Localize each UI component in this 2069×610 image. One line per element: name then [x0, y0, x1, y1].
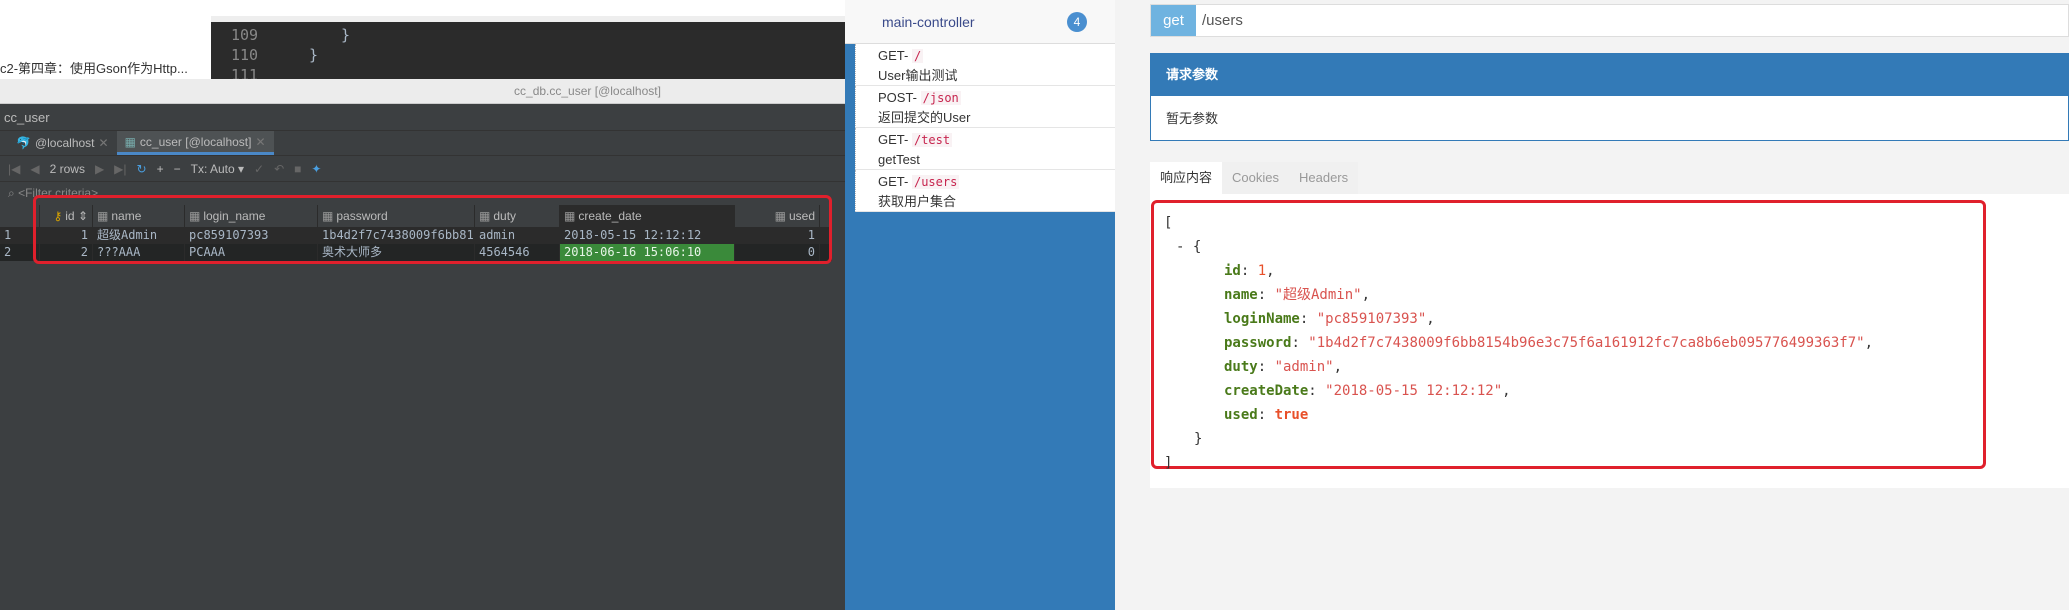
last-page-icon[interactable]: ▶| — [114, 162, 126, 176]
response-panel: 响应内容 Cookies Headers [ - { id: 1, name: … — [1150, 162, 2069, 488]
tab-response[interactable]: 响应内容 — [1150, 162, 1223, 194]
api-item[interactable]: GET- /test getTest — [855, 128, 1115, 170]
api-item[interactable]: GET- / User输出测试 — [855, 44, 1115, 86]
tab-headers[interactable]: Headers — [1288, 162, 1359, 194]
count-badge: 4 — [1067, 12, 1087, 32]
highlight-box — [33, 195, 832, 264]
article-link[interactable]: c2-第四章：使用Gson作为Http... — [0, 58, 188, 77]
add-row-icon[interactable]: + — [157, 162, 164, 176]
first-page-icon[interactable]: |◀ — [8, 162, 20, 176]
request-bar: get /users — [1150, 4, 2069, 37]
line-number: 110 — [231, 46, 259, 64]
api-item-selected[interactable]: GET- /users 获取用户集合 — [855, 170, 1115, 212]
tx-mode-dropdown[interactable]: Tx: Auto ▾ — [191, 162, 244, 176]
browser-window: c2-第四章：使用Gson作为Http... — [0, 0, 211, 80]
table-icon: ▦ — [124, 134, 136, 149]
tab-cc-user[interactable]: ▦ cc_user [@localhost] ✕ — [116, 130, 274, 155]
toolbar: |◀ ◀ 2 rows ▶ ▶| ↻ + − Tx: Auto ▾ ✓ ↶ ■ … — [0, 156, 845, 182]
tab-cookies[interactable]: Cookies — [1222, 162, 1289, 194]
database-window: cc_db.cc_user [@localhost] cc_user 🐬 @loc… — [0, 79, 845, 610]
next-page-icon[interactable]: ▶ — [95, 162, 104, 176]
method-badge: get — [1151, 5, 1196, 36]
tab-label: cc_user [@localhost] — [139, 134, 252, 149]
api-item[interactable]: POST- /json 返回提交的User — [855, 86, 1115, 128]
search-icon: ⌕ — [8, 186, 19, 200]
controller-name: main-controller — [882, 13, 975, 30]
breadcrumb[interactable]: cc_user — [0, 104, 845, 131]
response-tabs: 响应内容 Cookies Headers — [1150, 162, 2069, 194]
pin-icon[interactable]: ✦ — [311, 162, 321, 176]
submit-icon[interactable]: ✓ — [254, 162, 264, 176]
api-sidebar: main-controller 4 GET- / User输出测试 POST- /… — [845, 0, 1115, 610]
tab-bar: 🐬 @localhost ✕ ▦ cc_user [@localhost] ✕ — [0, 131, 845, 156]
tab-label: @localhost — [34, 136, 95, 150]
tab-localhost[interactable]: 🐬 @localhost ✕ — [8, 131, 117, 155]
json-response: [ - { id: 1, name: "超级Admin", loginName:… — [1151, 200, 1986, 471]
stop-icon[interactable]: ■ — [294, 162, 301, 176]
close-icon[interactable]: ✕ — [99, 131, 109, 155]
params-panel: 请求参数 暂无参数 — [1150, 53, 2069, 141]
code-editor: 109 } 110 } 111 — [211, 0, 845, 84]
line-number: 109 — [231, 26, 259, 44]
refresh-icon[interactable]: ↻ — [137, 162, 147, 176]
code-line: } — [341, 26, 351, 44]
code-line: } — [309, 46, 319, 64]
window-title: cc_db.cc_user [@localhost] — [0, 79, 845, 104]
params-empty: 暂无参数 — [1166, 111, 1219, 126]
rollback-icon[interactable]: ↶ — [274, 162, 284, 176]
api-detail: get /users 请求参数 暂无参数 响应内容 Cookies Header… — [1115, 0, 2069, 610]
params-title: 请求参数 — [1151, 54, 2068, 96]
prev-page-icon[interactable]: ◀ — [30, 162, 39, 176]
mysql-icon: 🐬 — [16, 136, 31, 150]
delete-row-icon[interactable]: − — [174, 162, 181, 176]
row-count: 2 rows — [49, 161, 85, 176]
editor-top-strip — [211, 0, 845, 22]
close-icon[interactable]: ✕ — [255, 130, 265, 154]
controller-header[interactable]: main-controller 4 — [845, 0, 1115, 44]
request-url: /users — [1202, 12, 1243, 29]
